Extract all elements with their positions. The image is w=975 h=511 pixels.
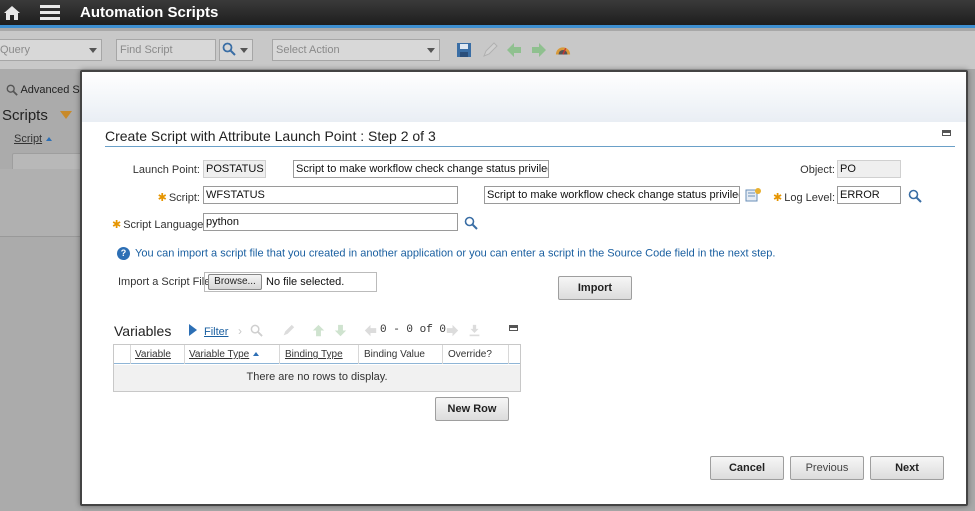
chevron-down-icon	[240, 48, 248, 53]
advanced-search-link[interactable]: Advanced Se	[6, 84, 86, 96]
background-list-panel: Advanced Se Scripts Script	[0, 69, 86, 511]
minimize-section-icon[interactable]	[942, 130, 951, 136]
import-file-label: Import a Script File:	[118, 276, 214, 288]
arrow-left-icon[interactable]	[506, 42, 522, 58]
new-row-button[interactable]: New Row	[435, 397, 509, 421]
script-language-field[interactable]: python	[203, 213, 458, 231]
info-icon: ?	[117, 247, 130, 260]
arrow-up-icon	[312, 324, 325, 337]
launch-point-description-field[interactable]: Script to make workflow check change sta…	[293, 160, 549, 178]
previous-page-icon	[364, 324, 377, 337]
gauge-icon[interactable]	[555, 42, 571, 58]
toolbar: Query Find Script Select Action	[0, 31, 975, 69]
filter-expand-icon[interactable]	[189, 324, 197, 336]
advanced-search-label: Advanced Se	[20, 84, 86, 96]
find-script-input[interactable]: Find Script	[116, 39, 216, 61]
arrow-right-icon[interactable]	[531, 42, 547, 58]
search-icon[interactable]	[908, 189, 922, 203]
table-body: There are no rows to display.	[114, 365, 520, 391]
create-script-dialog: Create Script with Attribute Launch Poin…	[80, 70, 968, 506]
next-button[interactable]: Next	[870, 456, 944, 480]
column-script-label: Script	[14, 133, 43, 145]
log-level-label-text: Log Level:	[784, 192, 835, 204]
log-level-field[interactable]: ERROR	[837, 186, 901, 204]
home-icon[interactable]	[3, 4, 21, 22]
arrow-down-icon	[334, 324, 347, 337]
column-header-binding-value: Binding Value	[364, 349, 425, 360]
script-field[interactable]: WFSTATUS	[203, 186, 458, 204]
edit-icon	[283, 324, 295, 336]
chevron-down-icon	[427, 48, 435, 53]
hamburger-menu-icon[interactable]	[40, 5, 60, 21]
column-divider	[184, 345, 185, 364]
app-title: Automation Scripts	[80, 4, 219, 21]
script-label: ✱ Script:	[112, 191, 200, 204]
column-divider	[358, 345, 359, 364]
script-language-label: ✱ Script Language:	[112, 218, 206, 231]
filter-link[interactable]: Filter	[204, 326, 228, 338]
column-header-override: Override?	[448, 349, 492, 360]
column-header-binding-type[interactable]: Binding Type	[285, 349, 343, 360]
info-message: ? You can import a script file that you c…	[117, 247, 775, 260]
column-header-variable-type[interactable]: Variable Type	[189, 349, 260, 360]
chevron-right-icon: ›	[238, 324, 242, 338]
column-divider	[442, 345, 443, 364]
find-placeholder: Find Script	[120, 44, 173, 56]
column-header-script[interactable]: Script	[14, 133, 53, 145]
empty-table-message: There are no rows to display.	[246, 371, 388, 383]
save-icon[interactable]	[456, 42, 472, 58]
required-icon: ✱	[773, 192, 783, 204]
import-button[interactable]: Import	[558, 276, 632, 300]
variable-type-label: Variable Type	[189, 349, 250, 360]
previous-button[interactable]: Previous	[790, 456, 864, 480]
launch-point-field: POSTATUS	[203, 160, 266, 178]
pager-text: 0 - 0 of 0	[380, 324, 447, 336]
dialog-header	[82, 72, 966, 122]
cancel-button[interactable]: Cancel	[710, 456, 784, 480]
info-text: You can import a script file that you cr…	[135, 247, 776, 260]
search-icon	[6, 84, 18, 96]
download-icon	[469, 324, 480, 337]
dialog-title: Create Script with Attribute Launch Poin…	[105, 128, 436, 144]
column-header-variable[interactable]: Variable	[135, 349, 171, 360]
launch-point-label: Launch Point:	[132, 164, 200, 176]
long-description-icon[interactable]	[745, 187, 761, 203]
browse-button[interactable]: Browse...	[208, 274, 262, 290]
object-field: PO	[837, 160, 901, 178]
required-icon: ✱	[112, 219, 122, 231]
script-label-text: Script:	[168, 192, 200, 204]
required-icon: ✱	[157, 192, 167, 204]
column-divider	[279, 345, 280, 364]
next-page-icon	[446, 324, 459, 337]
chevron-down-icon	[89, 48, 97, 53]
sort-ascending-icon	[253, 352, 260, 357]
query-placeholder: Query	[0, 44, 30, 56]
object-label: Object:	[800, 164, 835, 176]
select-action-dropdown[interactable]: Select Action	[272, 39, 440, 61]
filter-funnel-icon[interactable]	[60, 111, 72, 121]
search-icon	[250, 324, 263, 337]
minimize-section-icon[interactable]	[509, 325, 518, 331]
action-placeholder: Select Action	[276, 44, 340, 56]
variables-title: Variables	[114, 323, 172, 339]
variables-table: Variable Variable Type Binding Type Bind…	[113, 344, 521, 392]
table-header: Variable Variable Type Binding Type Bind…	[114, 345, 520, 364]
list-body	[0, 169, 82, 237]
search-icon	[222, 42, 236, 56]
search-icon[interactable]	[464, 216, 478, 230]
column-divider	[508, 345, 509, 364]
column-divider	[130, 345, 131, 364]
list-title: Scripts	[2, 107, 48, 124]
script-description-field[interactable]: Script to make workflow check change sta…	[484, 186, 740, 204]
script-language-label-text: Script Language:	[123, 219, 207, 231]
app-header: Automation Scripts	[0, 0, 975, 28]
sort-ascending-icon	[46, 137, 53, 142]
search-button[interactable]	[219, 39, 253, 61]
no-file-text: No file selected.	[266, 276, 345, 288]
log-level-label: ✱ Log Level:	[772, 191, 835, 204]
query-select[interactable]: Query	[0, 39, 102, 61]
title-divider	[105, 146, 955, 147]
edit-icon[interactable]	[482, 42, 498, 58]
